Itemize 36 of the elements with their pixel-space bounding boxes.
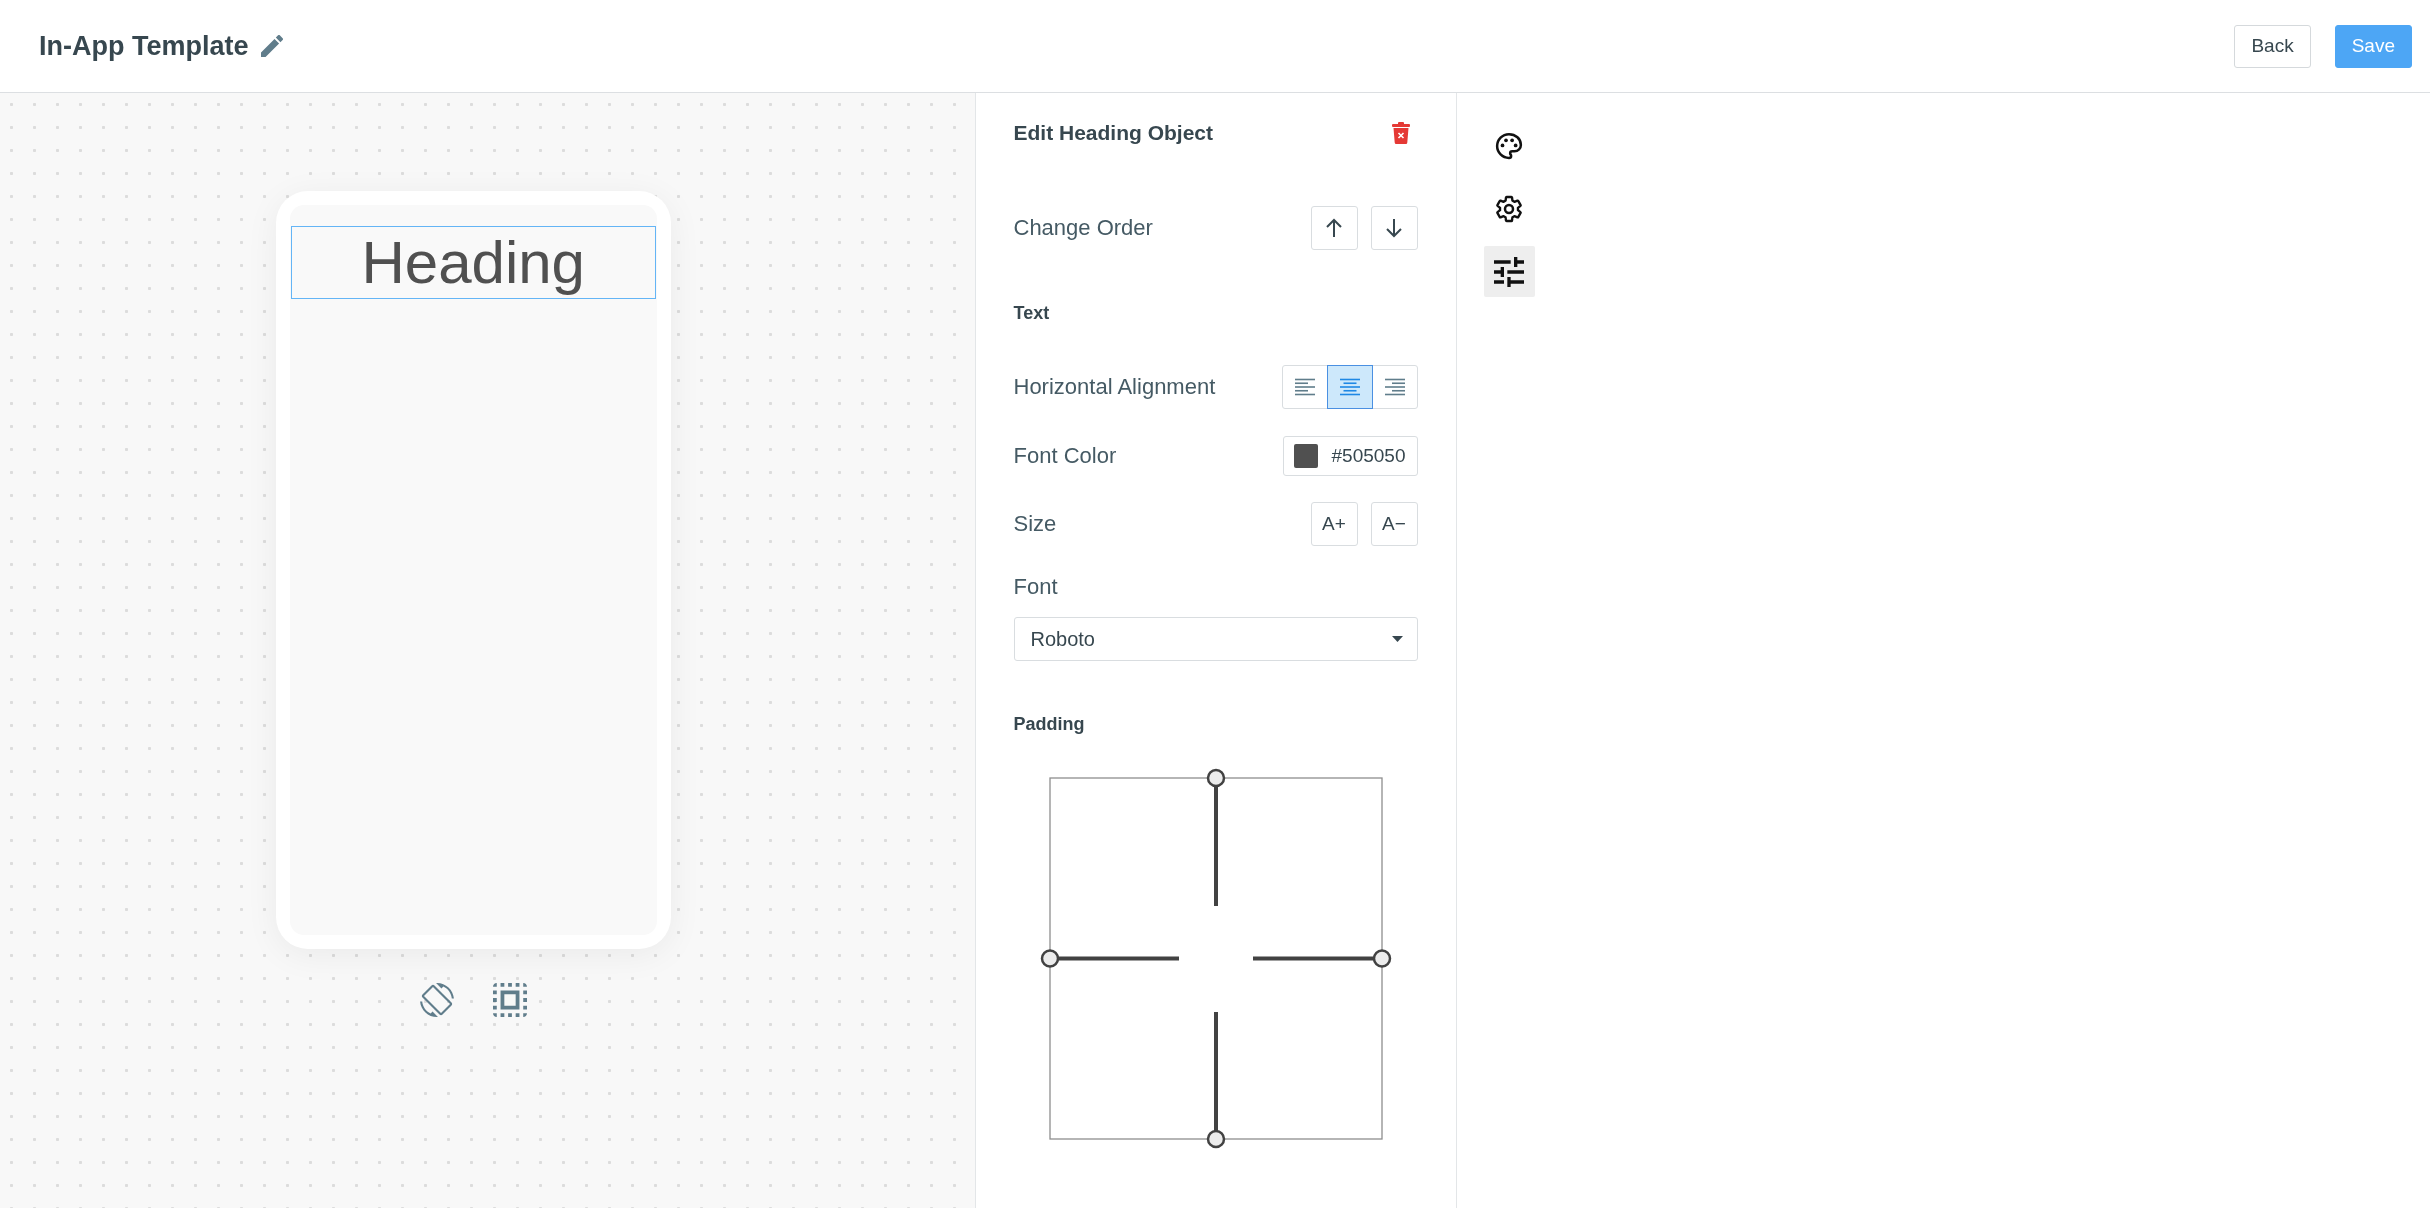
- tool-tab[interactable]: [1483, 246, 1535, 297]
- padding-handle[interactable]: [1252, 949, 1391, 968]
- font-color-label: Font Color: [1013, 443, 1117, 469]
- align-left-icon: [1293, 378, 1316, 396]
- panel-title: Edit Heading Object: [1013, 121, 1214, 145]
- template-title: In-App Template: [39, 30, 249, 62]
- alignment-option[interactable]: [1326, 365, 1373, 409]
- change-order-label: Change Order: [1013, 215, 1153, 241]
- decrease-size-button[interactable]: A−: [1370, 502, 1418, 546]
- move-up-button[interactable]: [1310, 206, 1358, 250]
- text-section-title: Text: [1013, 302, 1051, 324]
- palette-icon: [1494, 130, 1524, 161]
- increase-size-button[interactable]: A+: [1310, 502, 1358, 546]
- pencil-icon[interactable]: [260, 35, 283, 57]
- color-swatch-icon: [1293, 444, 1318, 468]
- rotate-icon[interactable]: [419, 983, 454, 1017]
- sliders-icon: [1494, 256, 1524, 287]
- font-dropdown[interactable]: Roboto: [1013, 617, 1418, 661]
- settings-icon: [1494, 193, 1524, 224]
- back-button[interactable]: Back: [2234, 24, 2311, 68]
- alignment-label: Horizontal Alignment: [1013, 374, 1216, 400]
- padding-handle[interactable]: [1040, 949, 1179, 968]
- trash-icon[interactable]: [1391, 122, 1410, 144]
- arrow-down-icon: [1385, 218, 1403, 238]
- padding-section-title: Padding: [1013, 713, 1086, 735]
- size-label: Size: [1013, 511, 1057, 537]
- font-label: Font: [1013, 575, 1059, 599]
- padding-handle[interactable]: [1206, 1012, 1225, 1149]
- arrow-up-icon: [1325, 218, 1343, 238]
- align-right-icon: [1383, 378, 1406, 396]
- heading-text[interactable]: Heading: [290, 226, 656, 299]
- move-down-button[interactable]: [1370, 206, 1418, 250]
- align-center-icon: [1338, 378, 1361, 396]
- padding-handle[interactable]: [1206, 768, 1225, 906]
- caret-icon: [1391, 636, 1403, 642]
- font-color-field[interactable]: #505050: [1282, 436, 1418, 476]
